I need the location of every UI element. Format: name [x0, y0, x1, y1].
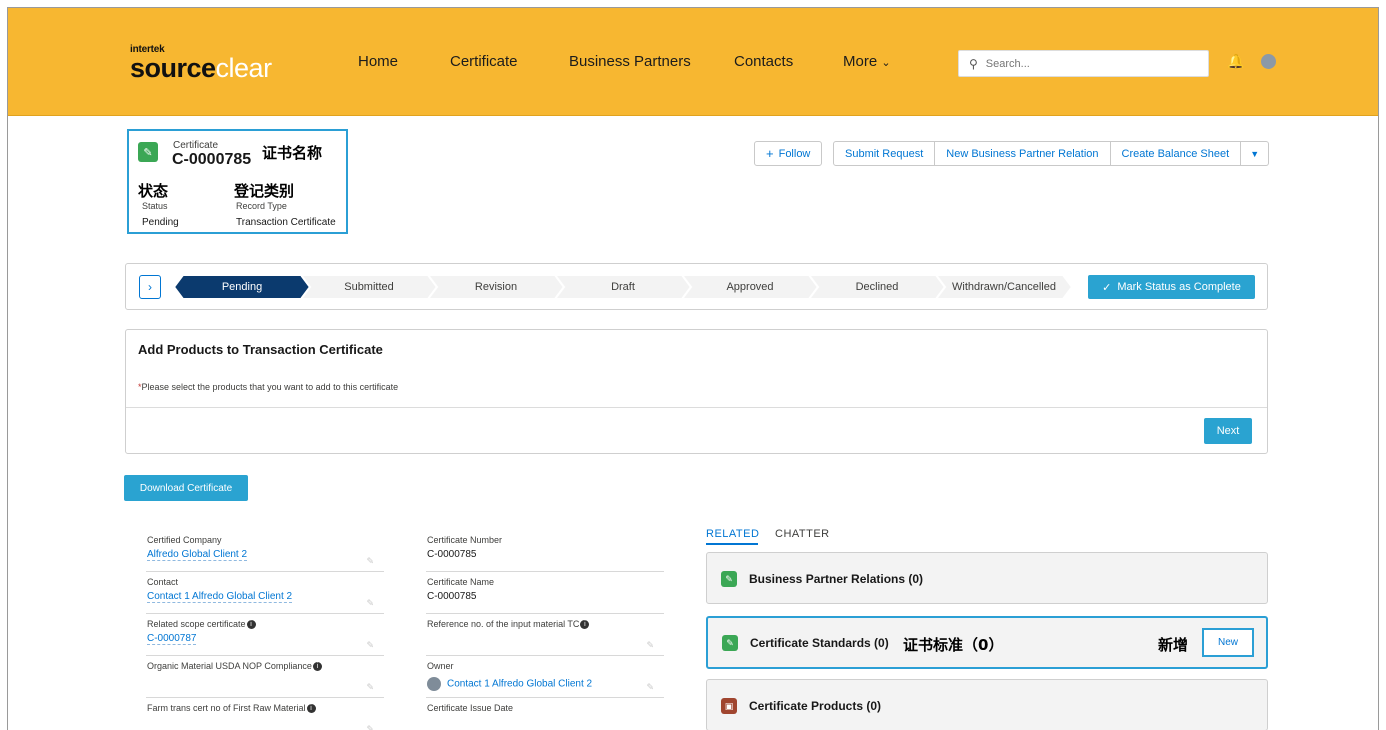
edit-pencil-icon[interactable]: ✎: [366, 556, 374, 567]
global-search[interactable]: ⚲: [958, 50, 1209, 77]
brand-logo[interactable]: intertek sourceclear: [130, 44, 273, 83]
check-icon: ✓: [1102, 281, 1112, 294]
logo-source: source: [130, 53, 216, 83]
record-number: C-0000785: [172, 151, 252, 168]
new-bp-relation-button[interactable]: New Business Partner Relation: [935, 141, 1111, 166]
info-icon[interactable]: i: [246, 620, 256, 630]
add-products-note: *Please select the products that you wan…: [138, 382, 399, 392]
certified-company-link[interactable]: Alfredo Global Client 2: [147, 549, 248, 561]
related-list-products[interactable]: ▣ Certificate Products (0): [706, 679, 1268, 730]
field-certificate-name: Certificate Name C-0000785: [426, 572, 664, 614]
edit-pencil-icon[interactable]: ✎: [646, 682, 654, 693]
annotation-certificate-name: 证书名称: [262, 144, 323, 162]
more-actions-dropdown[interactable]: ▼: [1241, 141, 1270, 166]
annotation-record-type: 登记类别: [234, 182, 295, 200]
active-tab-indicator: [706, 543, 758, 545]
nav-business-partners[interactable]: Business Partners: [569, 53, 691, 70]
path-stage-declined[interactable]: Declined: [809, 275, 945, 299]
path-stage-withdrawn-cancelled[interactable]: Withdrawn/Cancelled: [936, 275, 1072, 299]
tab-related[interactable]: RELATED: [706, 528, 759, 540]
bp-relations-title[interactable]: Business Partner Relations (0): [749, 572, 923, 586]
create-balance-sheet-button[interactable]: Create Balance Sheet: [1110, 141, 1242, 166]
owner-link[interactable]: Contact 1 Alfredo Global Client 2: [447, 679, 592, 690]
status-label: Status: [142, 201, 168, 211]
path-stage-approved[interactable]: Approved: [682, 275, 818, 299]
edit-pencil-icon[interactable]: ✎: [366, 640, 374, 651]
bp-relations-icon: ✎: [721, 571, 737, 587]
products-title[interactable]: Certificate Products (0): [749, 699, 881, 713]
field-owner: Owner Contact 1 Alfredo Global Client 2 …: [426, 656, 664, 698]
next-button[interactable]: Next: [1204, 418, 1252, 444]
record-type-value: Transaction Certificate: [236, 217, 336, 228]
field-reference-no: Reference no. of the input material TC i …: [426, 614, 664, 656]
path-stage-pending[interactable]: Pending: [174, 275, 310, 299]
caret-down-icon: ▼: [1250, 148, 1260, 159]
related-list-standards[interactable]: ✎ Certificate Standards (0) 证书标准（0） 新增 N…: [706, 616, 1268, 669]
status-value: Pending: [142, 217, 179, 228]
field-certified-company: Certified Company Alfredo Global Client …: [146, 530, 384, 572]
follow-button[interactable]: + Follow: [754, 141, 823, 166]
contact-link[interactable]: Contact 1 Alfredo Global Client 2: [147, 591, 293, 603]
add-products-title: Add Products to Transaction Certificate: [138, 342, 383, 357]
nav-more[interactable]: More ⌄: [843, 53, 891, 70]
path-stage-draft[interactable]: Draft: [555, 275, 691, 299]
submit-request-button[interactable]: Submit Request: [833, 141, 936, 166]
info-icon[interactable]: i: [580, 620, 590, 630]
tab-chatter[interactable]: CHATTER: [775, 528, 830, 540]
nav-certificate[interactable]: Certificate: [450, 53, 518, 70]
new-standard-button[interactable]: New: [1202, 628, 1254, 657]
path-stage-submitted[interactable]: Submitted: [301, 275, 437, 299]
record-type-label: Record Type: [236, 201, 287, 211]
nav-home[interactable]: Home: [358, 53, 398, 70]
edit-pencil-icon[interactable]: ✎: [646, 640, 654, 651]
standards-icon: ✎: [722, 635, 738, 651]
mark-status-complete-button[interactable]: ✓ Mark Status as Complete: [1088, 275, 1255, 299]
chevron-down-icon: ⌄: [881, 57, 891, 69]
related-scope-link[interactable]: C-0000787: [147, 633, 197, 645]
owner-avatar-icon: [427, 677, 441, 691]
user-avatar-icon[interactable]: [1261, 54, 1276, 69]
search-icon: ⚲: [969, 56, 978, 71]
record-header: ✎ Certificate C-0000785 证书名称 状态 登记类别 Sta…: [127, 129, 348, 234]
annotation-new: 新增: [1158, 636, 1189, 654]
divider: [126, 407, 1267, 408]
path-toggle-chevron-icon[interactable]: ›: [139, 275, 161, 299]
edit-pencil-icon[interactable]: ✎: [366, 724, 374, 730]
field-issue-date: Certificate Issue Date: [426, 698, 664, 730]
action-button-group: Submit Request New Business Partner Rela…: [833, 141, 1270, 166]
path-stage-revision[interactable]: Revision: [428, 275, 564, 299]
app-window: intertek sourceclear Home Certificate Bu…: [7, 7, 1379, 730]
field-related-scope: Related scope certificate i C-0000787 ✎: [146, 614, 384, 656]
cart-icon: ▣: [721, 698, 737, 714]
download-certificate-button[interactable]: Download Certificate: [124, 475, 248, 501]
nav-contacts[interactable]: Contacts: [734, 53, 793, 70]
info-icon[interactable]: i: [312, 662, 322, 672]
field-farm-trans: Farm trans cert no of First Raw Material…: [146, 698, 384, 730]
edit-pencil-icon[interactable]: ✎: [366, 598, 374, 609]
global-header: intertek sourceclear Home Certificate Bu…: [8, 8, 1378, 116]
standards-title[interactable]: Certificate Standards (0): [750, 636, 889, 650]
nav-more-label: More: [843, 53, 878, 70]
certificate-icon: ✎: [138, 142, 158, 162]
plus-icon: +: [766, 146, 774, 161]
status-path: › Pending Submitted Revision Draft Approved D…: [125, 263, 1268, 310]
info-icon[interactable]: i: [306, 704, 316, 714]
search-input[interactable]: [985, 57, 1186, 70]
field-organic-usda: Organic Material USDA NOP Compliance i ✎: [146, 656, 384, 698]
annotation-status: 状态: [138, 182, 169, 200]
bell-icon[interactable]: 🔔: [1227, 53, 1244, 70]
add-products-card: Add Products to Transaction Certificate …: [125, 329, 1268, 454]
logo-clear: clear: [215, 53, 273, 83]
field-contact: Contact Contact 1 Alfredo Global Client …: [146, 572, 384, 614]
related-list-bp-relations[interactable]: ✎ Business Partner Relations (0): [706, 552, 1268, 604]
field-certificate-number: Certificate Number C-0000785: [426, 530, 664, 572]
edit-pencil-icon[interactable]: ✎: [366, 682, 374, 693]
object-label: Certificate: [173, 140, 219, 151]
annotation-standards: 证书标准（0）: [903, 636, 1004, 654]
